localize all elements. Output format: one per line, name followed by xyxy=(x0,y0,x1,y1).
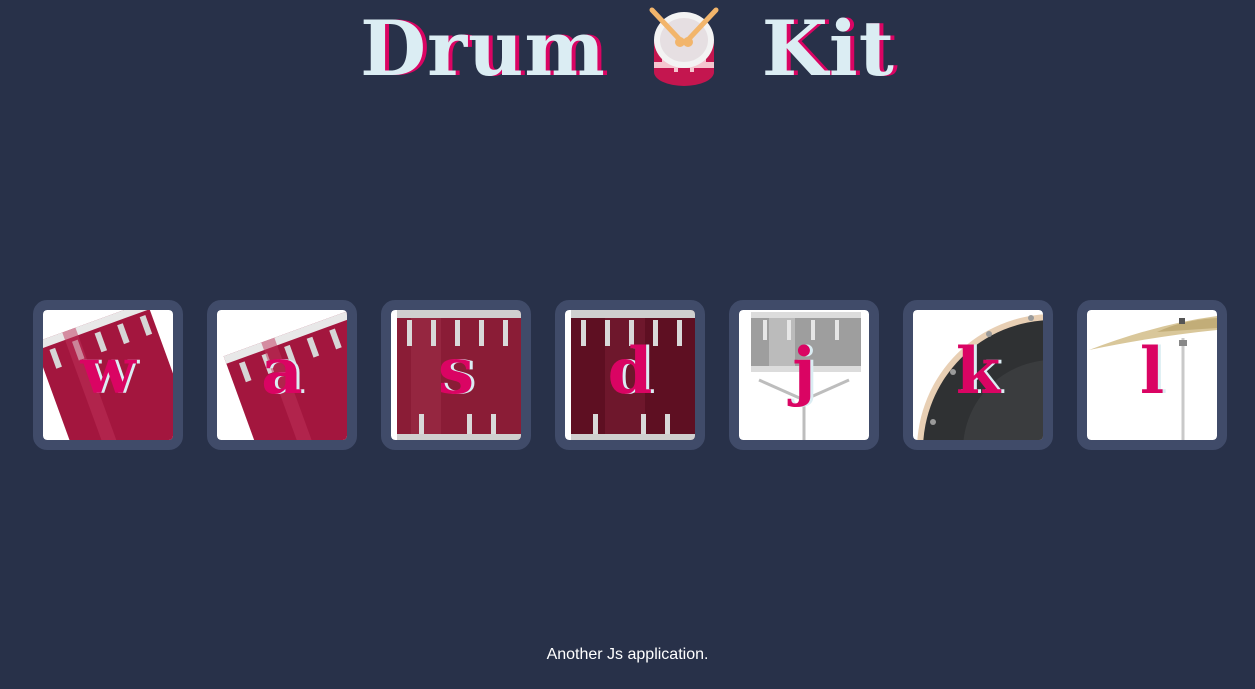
drum-key-label: j xyxy=(792,334,816,409)
drum-image-snare-dark: d xyxy=(565,310,695,440)
drum-button-l[interactable]: l xyxy=(1077,300,1227,450)
drum-image-tom-right: a xyxy=(217,310,347,440)
drum-key-label: a xyxy=(261,334,303,409)
drum-button-a[interactable]: a xyxy=(207,300,357,450)
page: Drum Kit w a s d j k l Another Js applic… xyxy=(0,0,1255,689)
drum-set: w a s d j k l xyxy=(33,300,1227,450)
drum-key-label: s xyxy=(437,334,475,409)
drum-key-label: k xyxy=(955,334,1001,409)
drum-button-s[interactable]: s xyxy=(381,300,531,450)
drum-icon xyxy=(649,7,719,86)
drum-image-tom-left: w xyxy=(43,310,173,440)
drum-key-label: l xyxy=(1139,334,1165,409)
footer-text: Another Js application. xyxy=(546,646,709,663)
drum-key-label: d xyxy=(607,334,653,409)
drum-image-snare-silver: j xyxy=(739,310,869,440)
drum-button-j[interactable]: j xyxy=(729,300,879,450)
drum-button-d[interactable]: d xyxy=(555,300,705,450)
title-word-drum: Drum xyxy=(360,4,606,93)
drum-image-bass: k xyxy=(913,310,1043,440)
page-title: Drum Kit xyxy=(0,4,1255,94)
drum-image-cymbal: l xyxy=(1087,310,1217,440)
title-word-kit: Kit xyxy=(761,4,895,93)
drum-image-snare: s xyxy=(391,310,521,440)
drum-button-w[interactable]: w xyxy=(33,300,183,450)
drum-key-label: w xyxy=(80,334,136,409)
drum-button-k[interactable]: k xyxy=(903,300,1053,450)
